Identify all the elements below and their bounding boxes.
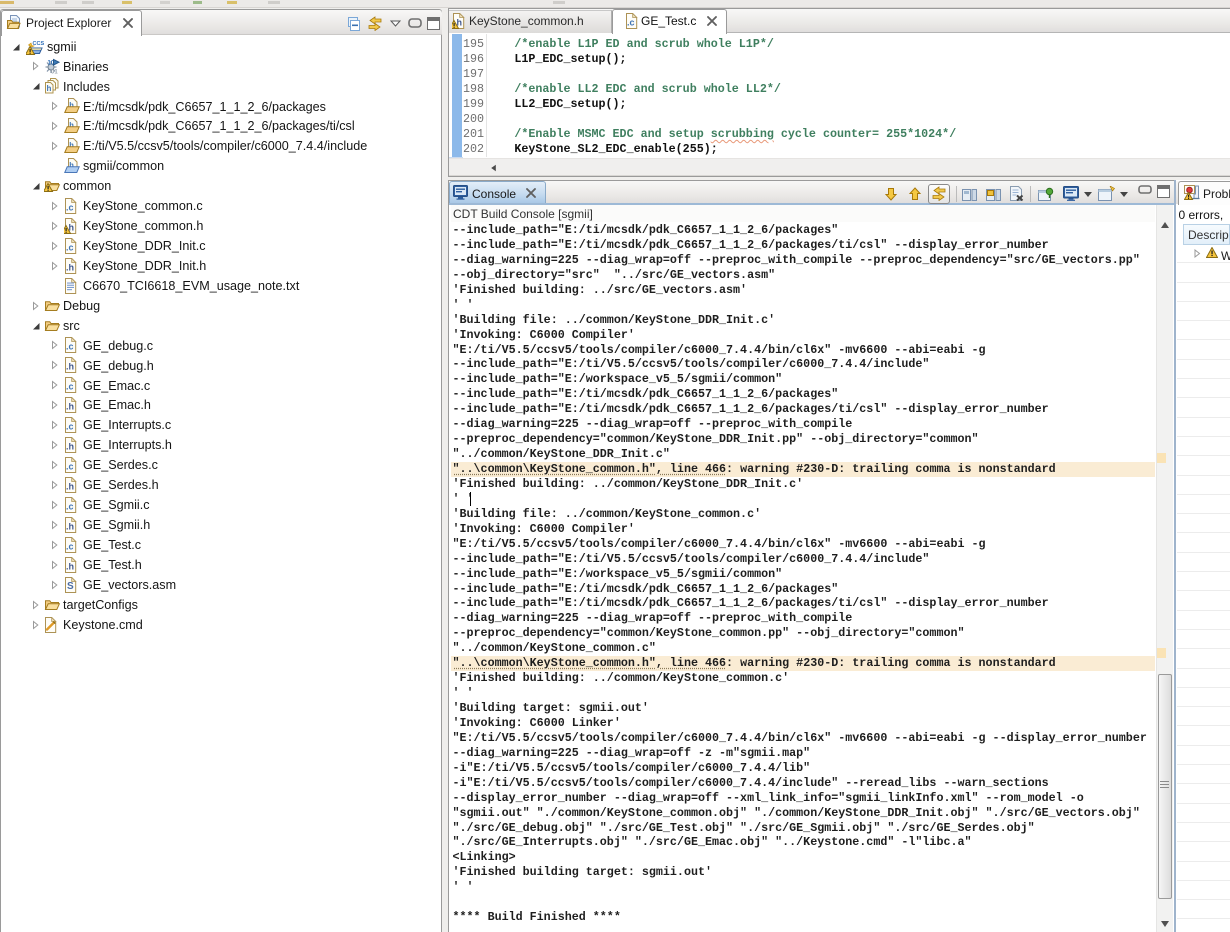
svg-text:h: h	[47, 84, 52, 93]
svg-text:.h: .h	[66, 561, 74, 571]
svg-text:.c: .c	[66, 541, 74, 551]
svg-text:S: S	[67, 581, 74, 592]
svg-text:.h: .h	[66, 362, 74, 372]
svg-text:.c: .c	[66, 342, 74, 352]
svg-text:.c: .c	[66, 422, 74, 432]
svg-text:.h: .h	[66, 482, 74, 492]
svg-text:.h: .h	[66, 442, 74, 452]
svg-text:.c: .c	[66, 382, 74, 392]
svg-text:01: 01	[51, 70, 58, 75]
svg-text:.c: .c	[66, 242, 74, 252]
svg-text:.c: .c	[627, 18, 635, 28]
svg-text:.c: .c	[66, 462, 74, 472]
svg-text:.h: .h	[66, 262, 74, 272]
svg-text:.h: .h	[66, 521, 74, 531]
svg-text:.c: .c	[66, 501, 74, 511]
svg-text:.h: .h	[66, 402, 74, 412]
svg-text:.c: .c	[66, 202, 74, 212]
